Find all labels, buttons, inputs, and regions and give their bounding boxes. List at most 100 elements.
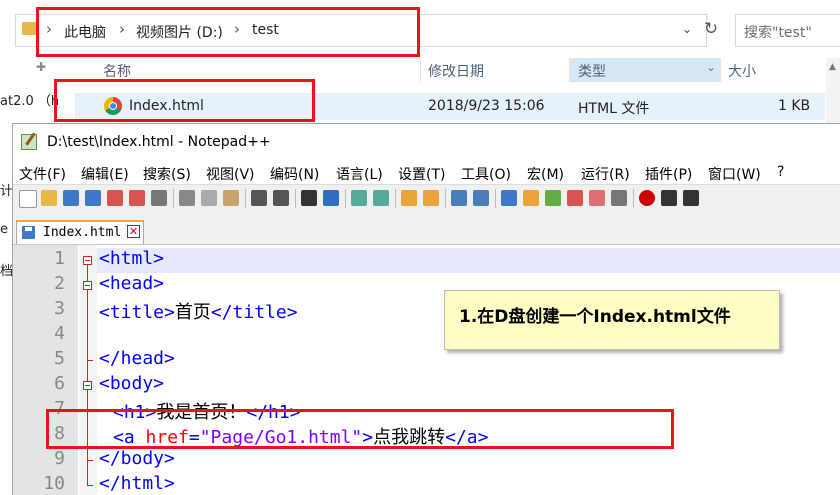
sync-vertical-icon[interactable] xyxy=(401,190,417,206)
function-list-icon[interactable] xyxy=(567,190,583,206)
fold-line xyxy=(87,265,88,281)
save-icon[interactable] xyxy=(63,190,79,206)
code-line: <title>首页</title> xyxy=(99,298,298,324)
zoom-in-icon[interactable] xyxy=(351,190,367,206)
indent-guide-icon[interactable] xyxy=(501,190,517,206)
fold-end xyxy=(87,485,93,486)
menu-plugins[interactable]: 插件(P) xyxy=(645,164,692,184)
menu-window[interactable]: 窗口(W) xyxy=(708,164,761,184)
column-divider xyxy=(420,58,421,82)
show-all-characters-icon[interactable] xyxy=(473,190,489,206)
fold-collapse-icon[interactable] xyxy=(83,381,92,390)
play-macro-icon[interactable] xyxy=(683,190,699,206)
file-type: HTML 文件 xyxy=(578,101,650,117)
stop-macro-icon[interactable] xyxy=(661,190,677,206)
code-line: </body> xyxy=(99,448,175,469)
toolbar-separator xyxy=(633,189,634,208)
word-wrap-icon[interactable] xyxy=(451,190,467,206)
nav-item[interactable]: at2.0 （h xyxy=(0,90,59,109)
highlight-box-address xyxy=(36,7,420,57)
close-icon[interactable]: ✕ xyxy=(127,225,140,238)
menu-run[interactable]: 运行(R) xyxy=(581,164,630,184)
new-file-icon[interactable] xyxy=(19,190,37,208)
nav-item[interactable]: e xyxy=(0,222,8,237)
folder-workspace-icon[interactable] xyxy=(589,190,605,206)
close-all-icon[interactable] xyxy=(129,190,145,206)
copy-icon[interactable] xyxy=(201,190,217,206)
annotation-callout: 1.在D盘创建一个Index.html文件 xyxy=(444,290,780,350)
cut-icon[interactable] xyxy=(179,190,195,206)
toolbar-separator xyxy=(245,189,246,208)
print-icon[interactable] xyxy=(151,190,167,206)
line-number: 3 xyxy=(54,298,65,319)
search-placeholder: 搜索"test" xyxy=(744,25,812,41)
menu-settings[interactable]: 设置(T) xyxy=(398,164,445,184)
fold-margin xyxy=(79,245,97,495)
menu-tools[interactable]: 工具(O) xyxy=(461,164,511,184)
code-line: </head> xyxy=(99,348,175,369)
column-divider xyxy=(569,58,570,82)
fold-collapse-icon[interactable] xyxy=(83,256,92,265)
code-tag: <body> xyxy=(99,373,165,394)
current-line-highlight xyxy=(97,248,840,273)
menu-language[interactable]: 语言(L) xyxy=(336,164,383,184)
title-bar: D:\test\Index.html - Notepad++ xyxy=(13,124,840,160)
monitoring-icon[interactable] xyxy=(611,190,627,206)
code-text: 首页 xyxy=(174,302,211,323)
zoom-out-icon[interactable] xyxy=(373,190,389,206)
tab-bar: Index.html ✕ xyxy=(13,212,840,245)
paste-icon[interactable] xyxy=(223,190,239,206)
menu-help[interactable]: ? xyxy=(777,164,784,180)
line-number: 2 xyxy=(54,273,65,294)
search-input[interactable]: 搜索"test" xyxy=(735,14,840,47)
line-number: 6 xyxy=(54,373,65,394)
record-macro-icon[interactable] xyxy=(639,190,655,206)
column-size[interactable]: 大小 xyxy=(728,61,756,81)
notepadpp-icon xyxy=(21,134,37,150)
open-folder-icon[interactable] xyxy=(41,190,57,206)
close-icon[interactable] xyxy=(107,190,123,206)
column-modified[interactable]: 修改日期 xyxy=(428,61,484,81)
code-tag: <html> xyxy=(99,248,165,269)
code-tag: </head> xyxy=(99,348,175,369)
column-divider xyxy=(720,58,721,82)
line-number: 9 xyxy=(54,448,65,469)
toolbar-separator xyxy=(445,189,446,208)
find-icon[interactable] xyxy=(301,190,317,206)
menu-macro[interactable]: 宏(M) xyxy=(527,164,564,184)
window-title: D:\test\Index.html - Notepad++ xyxy=(47,134,271,150)
highlight-box-file xyxy=(54,79,315,122)
scroll-up-icon[interactable]: ▲ xyxy=(829,62,836,72)
menu-view[interactable]: 视图(V) xyxy=(206,164,255,184)
user-language-icon[interactable] xyxy=(523,190,539,206)
highlight-box-code-line xyxy=(46,409,674,449)
toolbar xyxy=(13,184,840,213)
callout-text: 1.在D盘创建一个Index.html文件 xyxy=(459,307,731,327)
column-name[interactable]: 名称 xyxy=(103,61,131,81)
fold-collapse-icon[interactable] xyxy=(83,281,92,290)
undo-icon[interactable] xyxy=(251,190,267,206)
save-all-icon[interactable] xyxy=(85,190,101,206)
column-type[interactable]: 类型 xyxy=(578,61,606,81)
doc-map-icon[interactable] xyxy=(545,190,561,206)
chevron-down-icon[interactable]: ⌄ xyxy=(706,60,716,74)
scrollbar[interactable]: ▲ xyxy=(826,58,840,128)
toolbar-separator xyxy=(173,189,174,208)
fold-line xyxy=(87,290,88,360)
code-tag: </body> xyxy=(99,448,175,469)
code-tag: <head> xyxy=(99,273,165,294)
replace-icon[interactable] xyxy=(323,190,339,206)
refresh-icon[interactable]: ↻ xyxy=(700,14,722,45)
save-icon xyxy=(22,226,35,239)
pin-icon[interactable]: ✚ xyxy=(36,60,46,74)
menu-edit[interactable]: 编辑(E) xyxy=(81,164,129,184)
redo-icon[interactable] xyxy=(273,190,289,206)
menu-encoding[interactable]: 编码(N) xyxy=(270,164,319,184)
tab-index-html[interactable]: Index.html ✕ xyxy=(16,220,144,244)
line-number: 5 xyxy=(54,348,65,369)
menu-file[interactable]: 文件(F) xyxy=(19,164,66,184)
code-editor[interactable]: 1 2 3 4 5 6 7 8 9 10 <html> <head> <titl… xyxy=(13,245,840,495)
menu-search[interactable]: 搜索(S) xyxy=(143,164,191,184)
sync-horizontal-icon[interactable] xyxy=(423,190,439,206)
address-dropdown-icon[interactable]: ⌄ xyxy=(682,22,692,36)
